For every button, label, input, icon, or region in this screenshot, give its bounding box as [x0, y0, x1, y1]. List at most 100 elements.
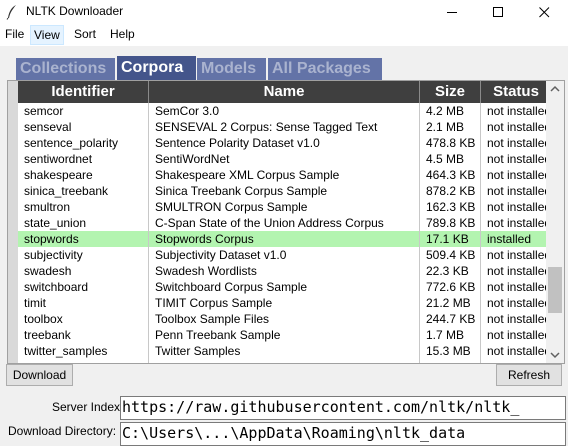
cell-name: Penn Treebank Sample: [155, 328, 281, 342]
tab-corpora[interactable]: Corpora: [117, 56, 196, 80]
cell-size: 15.3 MB: [426, 344, 471, 358]
table-row[interactable]: sinica_treebank Sinica Treebank Corpus Sa…: [18, 183, 551, 199]
cell-identifier: state_union: [24, 216, 87, 230]
table-row[interactable]: senseval SENSEVAL 2 Corpus: Sense Tagged …: [18, 119, 551, 135]
table-row[interactable]: toolbox Toolbox Sample Files 244.7 KB not i…: [18, 311, 551, 327]
menu-view[interactable]: View: [30, 25, 64, 45]
table-row[interactable]: stopwords Stopwords Corpus 17.1 KB installe…: [18, 231, 546, 247]
cell-name: Toolbox Sample Files: [155, 312, 270, 326]
maximize-button[interactable]: [476, 0, 522, 24]
cell-name: Sentence Polarity Dataset v1.0: [155, 136, 320, 150]
column-header-size[interactable]: Size: [420, 81, 480, 103]
cell-size: 17.1 KB: [426, 232, 469, 246]
cell-identifier: timit: [24, 296, 46, 310]
table-row[interactable]: semcor SemCor 3.0 4.2 MB not installed: [18, 103, 551, 119]
vertical-scrollbar[interactable]: [546, 81, 564, 363]
cell-status: not installed: [487, 184, 551, 198]
cell-identifier: subjectivity: [24, 248, 83, 262]
download-directory-label: Download Directory:: [8, 424, 117, 438]
table-row[interactable]: smultron SMULTRON Corpus Sample 162.3 KB no…: [18, 199, 551, 215]
cell-identifier: smultron: [24, 200, 71, 214]
column-header-name[interactable]: Name: [149, 81, 419, 103]
menu-bar: File View Sort Help: [0, 24, 568, 46]
cell-name: Twitter Samples: [155, 344, 241, 358]
column-separator: [480, 103, 481, 363]
cell-status: not installed: [487, 168, 551, 182]
maximize-icon: [493, 7, 503, 17]
cell-identifier: switchboard: [24, 280, 89, 294]
chevron-down-icon: [550, 352, 560, 359]
cell-name: C-Span State of the Union Address Corpus: [155, 216, 384, 230]
cell-status: installed: [487, 232, 532, 246]
table-row[interactable]: swadesh Swadesh Wordlists 22.3 KB not insta…: [18, 263, 551, 279]
cell-status: not installed: [487, 136, 551, 150]
cell-size: 464.3 KB: [426, 168, 476, 182]
minimize-button[interactable]: [430, 0, 476, 24]
scroll-down-button[interactable]: [546, 346, 564, 363]
menu-file[interactable]: File: [2, 24, 27, 44]
table-left-strip: [8, 81, 18, 363]
table-row[interactable]: sentiwordnet SentiWordNet 4.5 MB not instal…: [18, 151, 551, 167]
minimize-icon: [447, 12, 457, 13]
column-separator: [419, 103, 420, 363]
title-bar: NLTK Downloader: [0, 0, 568, 24]
cell-name: SentiWordNet: [155, 152, 230, 166]
cell-status: not installed: [487, 152, 551, 166]
download-button[interactable]: Download: [6, 364, 73, 386]
cell-size: 1.7 MB: [426, 328, 465, 342]
cell-status: not installed: [487, 296, 551, 310]
cell-size: 478.8 KB: [426, 136, 476, 150]
cell-identifier: toolbox: [24, 312, 63, 326]
cell-status: not installed: [487, 216, 551, 230]
cell-size: 162.3 KB: [426, 200, 476, 214]
cell-name: Swadesh Wordlists: [155, 264, 257, 278]
cell-status: not installed: [487, 328, 551, 342]
table-row[interactable]: twitter_samples Twitter Samples 15.3 MB not…: [18, 343, 551, 359]
table-row[interactable]: timit TIMIT Corpus Sample 21.2 MB not insta…: [18, 295, 551, 311]
column-header-identifier[interactable]: Identifier: [18, 81, 148, 103]
cell-size: 244.7 KB: [426, 312, 476, 326]
close-icon: [539, 7, 550, 18]
cell-identifier: shakespeare: [24, 168, 93, 182]
cell-identifier: sentiwordnet: [24, 152, 93, 166]
table-row[interactable]: subjectivity Subjectivity Dataset v1.0 509…: [18, 247, 551, 263]
cell-identifier: swadesh: [24, 264, 72, 278]
column-separator: [148, 103, 149, 363]
table-row[interactable]: state_union C-Span State of the Union Add…: [18, 215, 551, 231]
cell-name: Subjectivity Dataset v1.0: [155, 248, 287, 262]
table-row[interactable]: shakespeare Shakespeare XML Corpus Sample…: [18, 167, 551, 183]
tab-models[interactable]: Models: [197, 58, 266, 80]
cell-size: 4.5 MB: [426, 152, 465, 166]
column-header-status[interactable]: Status: [481, 81, 551, 103]
table-row[interactable]: treebank Penn Treebank Sample 1.7 MB not in…: [18, 327, 551, 343]
tab-all-packages[interactable]: All Packages: [268, 58, 382, 80]
cell-size: 772.6 KB: [426, 280, 476, 294]
table-row[interactable]: switchboard Switchboard Corpus Sample 772.…: [18, 279, 551, 295]
cell-size: 878.2 KB: [426, 184, 476, 198]
cell-identifier: sinica_treebank: [24, 184, 109, 198]
cell-status: not installed: [487, 104, 551, 118]
tab-bar: Collections Corpora Models All Packages: [0, 46, 568, 80]
cell-status: not installed: [487, 120, 551, 134]
table-header: Identifier Name Size Status: [18, 81, 546, 103]
menu-help[interactable]: Help: [107, 24, 138, 44]
scroll-thumb[interactable]: [548, 267, 562, 313]
download-directory-input[interactable]: C:\Users\...\AppData\Roaming\nltk_data: [120, 422, 566, 446]
refresh-button[interactable]: Refresh: [496, 364, 562, 386]
cell-status: not installed: [487, 200, 551, 214]
server-index-input[interactable]: https://raw.githubusercontent.com/nltk/n…: [120, 396, 566, 420]
cell-name: SENSEVAL 2 Corpus: Sense Tagged Text: [155, 120, 378, 134]
cell-name: Stopwords Corpus: [155, 232, 254, 246]
scroll-up-button[interactable]: [546, 81, 564, 98]
menu-sort[interactable]: Sort: [71, 24, 99, 44]
close-button[interactable]: [522, 0, 568, 24]
cell-name: Shakespeare XML Corpus Sample: [155, 168, 340, 182]
server-index-label: Server Index:: [52, 400, 124, 414]
cell-identifier: senseval: [24, 120, 72, 134]
table-row[interactable]: sentence_polarity Sentence Polarity Datas…: [18, 135, 551, 151]
cell-name: SemCor 3.0: [155, 104, 220, 118]
cell-identifier: sentence_polarity: [24, 136, 119, 150]
cell-status: not installed: [487, 264, 551, 278]
tab-collections[interactable]: Collections: [16, 58, 115, 80]
cell-size: 21.2 MB: [426, 296, 471, 310]
